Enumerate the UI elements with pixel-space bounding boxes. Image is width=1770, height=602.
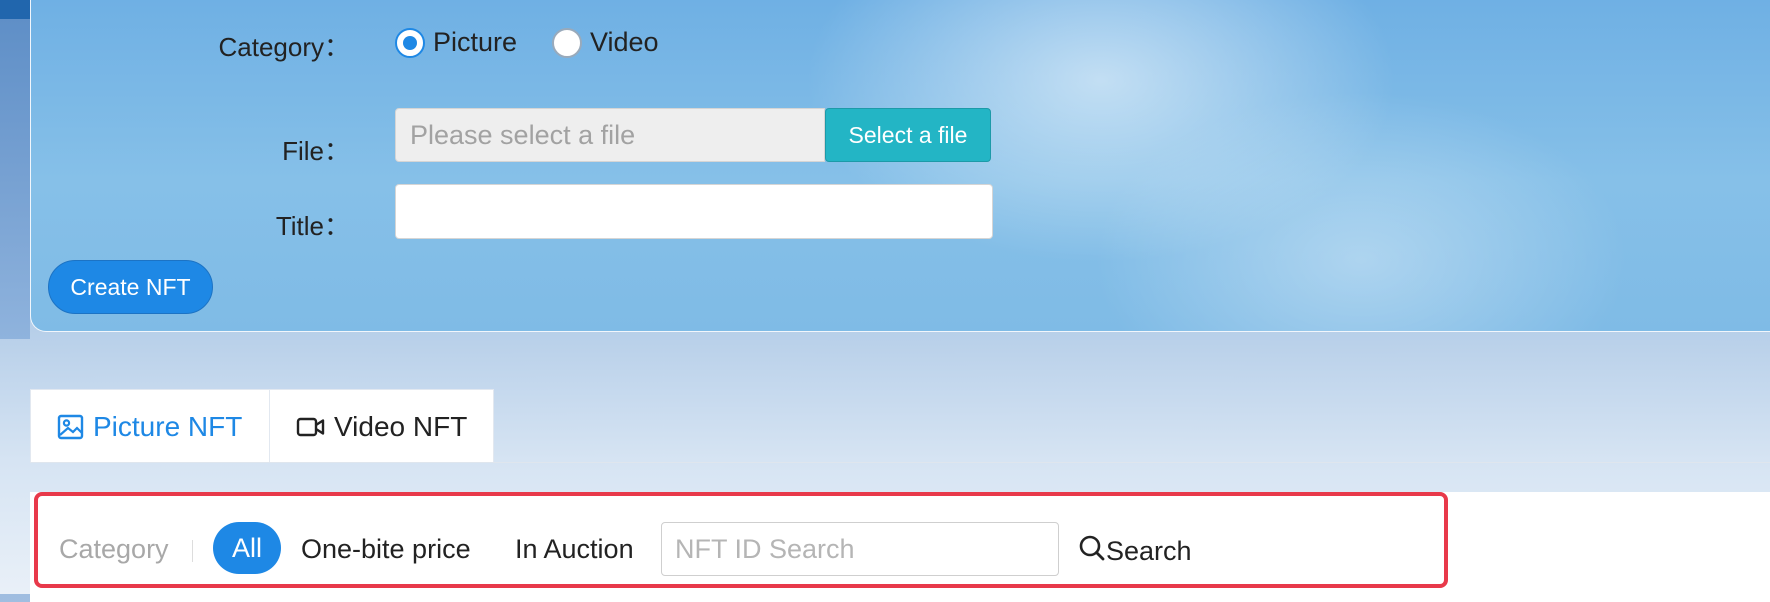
filter-all-button[interactable]: All xyxy=(213,522,281,574)
filter-in-auction[interactable]: In Auction xyxy=(515,534,634,565)
radio-video-indicator[interactable] xyxy=(552,27,582,58)
file-path-field[interactable]: Please select a file xyxy=(395,108,825,162)
tab-picture-nft-label: Picture NFT xyxy=(93,410,243,442)
category-label: Category： xyxy=(218,32,351,62)
search-button[interactable]: Search xyxy=(1078,534,1192,569)
tab-video-nft-label: Video NFT xyxy=(334,410,468,442)
search-icon xyxy=(1078,534,1106,569)
filter-one-bite-price[interactable]: One-bite price xyxy=(301,534,471,565)
search-button-label: Search xyxy=(1106,536,1192,566)
radio-picture-label: Picture xyxy=(433,27,518,57)
tab-video-nft[interactable]: Video NFT xyxy=(270,389,494,463)
nft-id-search-input[interactable]: NFT ID Search xyxy=(661,522,1059,576)
radio-video-label: Video xyxy=(590,27,659,57)
image-icon xyxy=(57,413,85,441)
file-label: File： xyxy=(282,136,350,166)
radio-video[interactable]: Video xyxy=(552,27,659,58)
tab-divider xyxy=(30,462,1770,463)
filter-category-label: Category xyxy=(59,534,169,564)
radio-picture-indicator[interactable] xyxy=(395,27,425,58)
create-nft-button[interactable]: Create NFT xyxy=(48,260,213,314)
title-input[interactable] xyxy=(395,184,993,239)
title-label: Title： xyxy=(275,211,350,241)
radio-picture[interactable]: Picture xyxy=(395,27,517,58)
video-camera-icon xyxy=(296,414,326,440)
nft-type-tabs: Picture NFT Video NFT xyxy=(30,389,494,463)
left-edge xyxy=(0,19,30,339)
tab-picture-nft[interactable]: Picture NFT xyxy=(30,389,270,463)
filter-divider xyxy=(192,540,193,562)
select-file-button[interactable]: Select a file xyxy=(825,108,991,162)
